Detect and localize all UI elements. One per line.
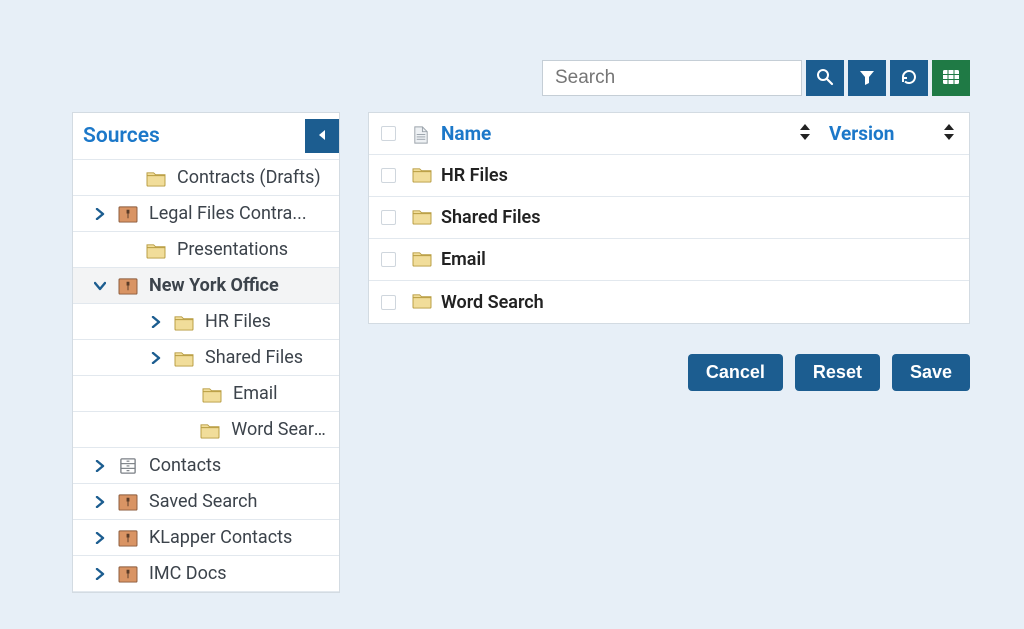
- folder-icon: [199, 421, 221, 439]
- triangle-left-icon: [316, 128, 328, 145]
- tree-node[interactable]: KLapper Contacts: [73, 520, 339, 556]
- table-row[interactable]: HR Files: [369, 155, 969, 197]
- row-name: Shared Files: [437, 207, 829, 228]
- action-bar: Cancel Reset Save: [368, 354, 970, 391]
- locked-icon: [117, 277, 139, 295]
- chevron-right-icon[interactable]: [93, 531, 107, 545]
- search-button[interactable]: [806, 60, 844, 96]
- locked-icon: [117, 565, 139, 583]
- tree-node[interactable]: Contacts: [73, 448, 339, 484]
- folder-icon: [173, 313, 195, 331]
- tree-node[interactable]: Shared Files: [73, 340, 339, 376]
- row-checkbox[interactable]: [381, 252, 396, 267]
- tree-node-label: KLapper Contacts: [149, 527, 292, 548]
- filter-icon: [858, 68, 876, 89]
- tree-node-label: Saved Search: [149, 491, 257, 512]
- tree-node[interactable]: New York Office: [73, 268, 339, 304]
- folder-icon: [145, 169, 167, 187]
- chevron-right-icon[interactable]: [93, 567, 107, 581]
- column-version-label: Version: [829, 122, 894, 145]
- collapse-sidebar-button[interactable]: [305, 119, 339, 153]
- column-header-name[interactable]: Name: [437, 122, 829, 145]
- excel-icon: [942, 68, 960, 89]
- chevron-right-icon[interactable]: [93, 207, 107, 221]
- tree-node[interactable]: Presentations: [73, 232, 339, 268]
- source-tree: Contracts (Drafts) Legal Files Contra... P…: [73, 160, 339, 592]
- row-checkbox[interactable]: [381, 210, 396, 225]
- file-icon: [411, 125, 433, 143]
- chevron-right-icon[interactable]: [93, 495, 107, 509]
- refresh-button[interactable]: [890, 60, 928, 96]
- tree-node-label: Email: [233, 383, 278, 404]
- tree-node-label: Contracts (Drafts): [177, 167, 321, 188]
- tree-node[interactable]: HR Files: [73, 304, 339, 340]
- tree-node-label: Legal Files Contra...: [149, 203, 307, 224]
- filter-button[interactable]: [848, 60, 886, 96]
- search-icon: [816, 68, 834, 89]
- items-table: Name Version HR Files Shared Files Email Wo…: [368, 112, 970, 324]
- row-checkbox[interactable]: [381, 168, 396, 183]
- reset-button[interactable]: Reset: [795, 354, 880, 391]
- locked-icon: [117, 205, 139, 223]
- folder-icon: [411, 291, 433, 313]
- select-all-checkbox[interactable]: [381, 126, 396, 141]
- cabinet-icon: [117, 457, 139, 475]
- top-toolbar: [542, 60, 970, 96]
- search-input[interactable]: [542, 60, 802, 96]
- tree-node[interactable]: Email: [73, 376, 339, 412]
- export-excel-button[interactable]: [932, 60, 970, 96]
- row-checkbox[interactable]: [381, 295, 396, 310]
- row-name: HR Files: [437, 165, 829, 186]
- chevron-down-icon[interactable]: [93, 279, 107, 293]
- save-button[interactable]: Save: [892, 354, 970, 391]
- tree-node[interactable]: IMC Docs: [73, 556, 339, 592]
- folder-icon: [411, 207, 433, 229]
- refresh-icon: [900, 68, 918, 89]
- tree-node[interactable]: Legal Files Contra...: [73, 196, 339, 232]
- folder-icon: [173, 349, 195, 367]
- folder-icon: [411, 165, 433, 187]
- tree-node-label: Shared Files: [205, 347, 303, 368]
- tree-node-label: New York Office: [149, 275, 279, 296]
- sidebar-title: Sources: [83, 124, 160, 148]
- table-row[interactable]: Shared Files: [369, 197, 969, 239]
- table-row[interactable]: Word Search: [369, 281, 969, 323]
- main-panel: Name Version HR Files Shared Files Email Wo…: [368, 112, 970, 391]
- tree-node-label: Presentations: [177, 239, 288, 260]
- tree-node-label: HR Files: [205, 311, 271, 332]
- cancel-button[interactable]: Cancel: [688, 354, 783, 391]
- sort-icon: [943, 122, 955, 145]
- tree-node[interactable]: Contracts (Drafts): [73, 160, 339, 196]
- tree-node-label: Word Search: [231, 419, 331, 440]
- chevron-right-icon[interactable]: [149, 351, 163, 365]
- chevron-right-icon[interactable]: [149, 315, 163, 329]
- sort-icon: [799, 122, 811, 145]
- column-header-version[interactable]: Version: [829, 122, 969, 145]
- folder-icon: [145, 241, 167, 259]
- tree-node-label: Contacts: [149, 455, 221, 476]
- tree-node[interactable]: Word Search: [73, 412, 339, 448]
- column-name-label: Name: [441, 122, 491, 145]
- table-header: Name Version: [369, 113, 969, 155]
- folder-icon: [201, 385, 223, 403]
- chevron-right-icon[interactable]: [93, 459, 107, 473]
- folder-icon: [411, 249, 433, 271]
- locked-icon: [117, 493, 139, 511]
- row-name: Email: [437, 249, 829, 270]
- tree-node[interactable]: Saved Search: [73, 484, 339, 520]
- table-row[interactable]: Email: [369, 239, 969, 281]
- sources-sidebar: Sources Contracts (Drafts) Legal Files Co…: [72, 112, 340, 593]
- locked-icon: [117, 529, 139, 547]
- row-name: Word Search: [437, 292, 829, 313]
- tree-node-label: IMC Docs: [149, 563, 227, 584]
